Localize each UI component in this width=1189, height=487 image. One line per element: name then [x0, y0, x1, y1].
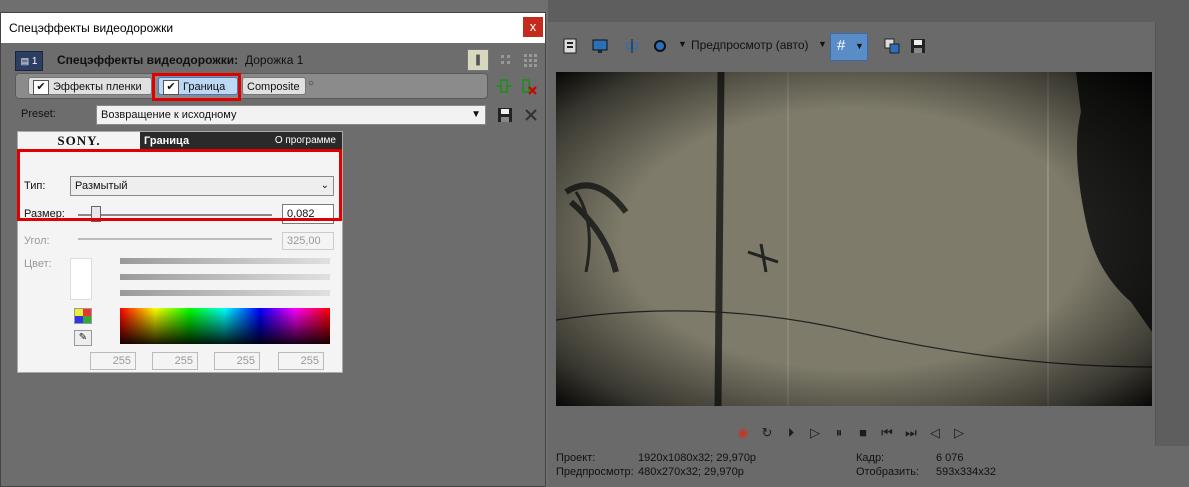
chain-connector-icon: ○ [308, 78, 315, 89]
preview-label: Предпросмотр: [556, 466, 634, 478]
effects-chain: ✔ Эффекты пленки ✔ Граница Composite ○ [15, 73, 488, 99]
play-from-start-button[interactable]: ⏵ [782, 424, 800, 442]
chevron-down-icon[interactable]: ▼ [818, 39, 827, 49]
dialog-title: Спецэффекты видеодорожки [9, 21, 174, 35]
highlight-border-settings [17, 149, 342, 221]
preset-dropdown[interactable]: Возвращение к исходному ▼ [96, 105, 486, 125]
preset-label: Preset: [21, 108, 56, 120]
project-value: 1920x1080x32; 29,970p [638, 452, 757, 464]
save-snapshot-icon[interactable] [910, 38, 926, 54]
color-channel-bar [120, 290, 330, 296]
eyedropper-icon[interactable]: ✎ [74, 330, 92, 346]
plugin-header: Граница О программе [140, 132, 342, 150]
blue-input: 255 [214, 352, 260, 370]
record-button[interactable]: ◉ [734, 424, 752, 442]
alpha-input: 255 [278, 352, 324, 370]
preview-toolbar: ▼ Предпросмотр (авто) ▼ # ▼ [548, 22, 1148, 70]
split-screen-icon[interactable] [624, 38, 640, 54]
green-input: 255 [152, 352, 198, 370]
grid-view-icon[interactable] [495, 49, 517, 71]
plugin-name: Граница [144, 135, 190, 147]
dialog-titlebar[interactable]: Спецэффекты видеодорожки x [1, 13, 545, 43]
next-frame-button[interactable]: ▷ [950, 424, 968, 442]
copy-snapshot-icon[interactable] [884, 38, 900, 54]
about-link[interactable]: О программе [275, 135, 336, 146]
grid-toggle-button[interactable]: # ▼ [830, 33, 868, 61]
play-button[interactable]: ▷ [806, 424, 824, 442]
project-label: Проект: [556, 452, 596, 464]
track-badge: ▤ 1 [15, 51, 43, 71]
fx-label: Composite [247, 81, 300, 93]
stop-button[interactable]: ■ [854, 424, 872, 442]
status-bar: Проект: 1920x1080x32; 29,970p Предпросмо… [548, 446, 1189, 487]
preset-value: Возвращение к исходному [101, 109, 237, 121]
right-docked-panel [1155, 22, 1189, 487]
loop-playback-button[interactable]: ↻ [758, 424, 776, 442]
track-number: 1 [31, 56, 38, 67]
pause-button[interactable]: ⏸ [830, 424, 848, 442]
color-channel-bar [120, 274, 330, 280]
frame-label: Кадр: [856, 452, 885, 464]
save-preset-icon[interactable] [497, 107, 513, 123]
highlight-fx-border [152, 73, 241, 101]
preview-quality-dropdown[interactable]: Предпросмотр (авто) [691, 38, 809, 52]
color-spectrum [120, 308, 330, 344]
overlays-icon[interactable] [652, 38, 668, 54]
transport-controls: ◉ ↻ ⏵ ▷ ⏸ ■ ⏮ ⏭ ◁ ▷ [730, 424, 980, 444]
plugin-chain-icon[interactable] [495, 77, 513, 95]
chevron-down-icon: ▼ [471, 109, 481, 120]
grid-icon: # [837, 37, 846, 54]
color-channel-bar [120, 258, 330, 264]
header-track-name: Дорожка 1 [245, 53, 304, 67]
red-input: 255 [90, 352, 136, 370]
frame-value: 6 076 [936, 452, 964, 464]
previous-frame-button[interactable]: ◁ [926, 424, 944, 442]
external-monitor-icon[interactable] [592, 38, 608, 54]
color-label: Цвет: [24, 258, 52, 270]
fx-film-effects[interactable]: ✔ Эффекты пленки [28, 77, 152, 95]
video-fx-dialog: Спецэффекты видеодорожки x ▤ 1 Спецэффек… [0, 12, 546, 487]
header-label: Спецэффекты видеодорожки: [57, 53, 239, 67]
top-strip [548, 0, 1189, 22]
angle-slider [78, 238, 272, 240]
color-palette-icon[interactable] [74, 308, 92, 324]
remove-plugin-icon[interactable] [519, 77, 537, 95]
go-to-end-button[interactable]: ⏭ [902, 424, 920, 442]
preview-value: 480x270x32; 29,970p [638, 466, 744, 478]
display-value: 593x334x32 [936, 466, 996, 478]
checkbox-icon[interactable]: ✔ [33, 80, 49, 95]
angle-input: 325,00 [282, 232, 334, 250]
list-view-icon[interactable] [467, 49, 489, 71]
dialog-header: ▤ 1 Спецэффекты видеодорожки: Дорожка 1 [15, 49, 537, 73]
preview-properties-icon[interactable] [562, 38, 578, 54]
fx-label: Эффекты пленки [53, 81, 142, 93]
display-label: Отобразить: [856, 466, 920, 478]
video-preview [556, 72, 1152, 406]
film-icon: ▤ [20, 56, 30, 66]
chevron-down-icon[interactable]: ▼ [678, 39, 687, 49]
delete-preset-icon[interactable] [523, 107, 539, 123]
angle-label: Угол: [24, 235, 50, 247]
preset-row: Preset: Возвращение к исходному ▼ [15, 105, 545, 127]
sony-logo: SONY. [18, 132, 140, 150]
go-to-start-button[interactable]: ⏮ [878, 424, 896, 442]
chevron-down-icon: ▼ [855, 41, 864, 51]
close-button[interactable]: x [523, 17, 543, 37]
color-swatch [70, 258, 92, 300]
fx-composite[interactable]: Composite [242, 77, 306, 95]
tiles-view-icon[interactable] [519, 49, 541, 71]
